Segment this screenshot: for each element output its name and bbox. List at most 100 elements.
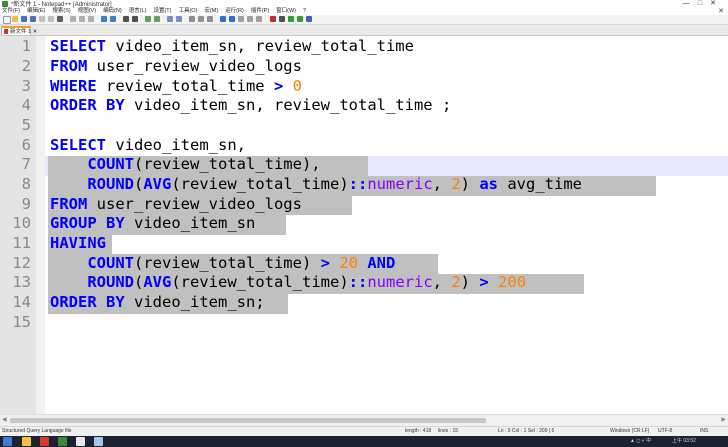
menu-search[interactable]: 搜索(S) [50, 8, 75, 15]
sync-horizontal-icon[interactable] [176, 16, 182, 22]
app-icon[interactable] [94, 437, 103, 446]
save-macro-icon[interactable] [306, 16, 312, 22]
scrollbar-thumb[interactable] [10, 418, 486, 423]
maximize-button[interactable]: □ [698, 0, 710, 7]
print-icon[interactable] [57, 16, 63, 22]
fold-margin[interactable] [36, 36, 45, 414]
tray-icons[interactable]: ▲ ◻ ◐ 中 [630, 436, 651, 447]
folder-as-workspace-icon[interactable] [247, 16, 253, 22]
line-number: 7 [21, 155, 31, 173]
function-list-icon[interactable] [238, 16, 244, 22]
unsaved-file-icon [4, 29, 8, 34]
menu-window[interactable]: 窗口(W) [274, 8, 301, 15]
copy-icon[interactable] [79, 16, 85, 22]
code-line: ROUND(AVG(review_total_time)::numeric, 2… [87, 175, 583, 193]
menu-macro[interactable]: 宏(M) [202, 8, 223, 15]
status-language: Structured Query Language file [2, 428, 72, 434]
sync-vertical-icon[interactable] [167, 16, 173, 22]
line-number: 5 [21, 116, 31, 134]
close-document-icon[interactable]: ✕ [718, 7, 724, 15]
menu-encoding[interactable]: 编码(N) [101, 8, 127, 15]
app-icon[interactable] [40, 437, 49, 446]
menu-bar: 文件(F) 编辑(E) 搜索(S) 视图(V) 编码(N) 语言(L) 设置(T… [0, 8, 728, 15]
run-macro-multiple-icon[interactable] [297, 16, 303, 22]
line-number: 3 [21, 77, 31, 95]
paste-icon[interactable] [88, 16, 94, 22]
line-number: 12 [12, 254, 31, 272]
show-all-chars-icon[interactable] [198, 16, 204, 22]
close-all-icon[interactable] [48, 16, 54, 22]
code-line: FROM user_review_video_logs [50, 57, 302, 75]
status-encoding[interactable]: UTF-8 [658, 427, 672, 436]
code-line: COUNT(review_total_time) > 20 AND [87, 254, 396, 272]
record-macro-icon[interactable] [270, 16, 276, 22]
line-number: 4 [21, 96, 31, 114]
code-line: ROUND(AVG(review_total_time)::numeric, 2… [87, 273, 527, 291]
play-macro-icon[interactable] [288, 16, 294, 22]
code-line: FROM user_review_video_logs [50, 195, 302, 213]
replace-icon[interactable] [132, 16, 138, 22]
taskbar-clock[interactable]: 上午 03:52 [672, 436, 696, 447]
browser-icon[interactable] [76, 437, 85, 446]
toolbar [0, 15, 728, 25]
menu-tools[interactable]: 工具(O) [176, 8, 202, 15]
status-bar: Structured Query Language file length : … [0, 426, 728, 436]
line-number: 11 [12, 234, 31, 252]
menu-view[interactable]: 视图(V) [76, 8, 101, 15]
file-explorer-icon[interactable] [22, 437, 31, 446]
code-line: ORDER BY video_item_sn, review_total_tim… [50, 96, 452, 114]
code-line: COUNT(review_total_time), [87, 155, 321, 173]
code-line: WHERE review_total_time > 0 [50, 77, 303, 95]
status-eol[interactable]: Windows (CR LF) [610, 427, 649, 436]
menu-settings[interactable]: 设置(T) [151, 8, 176, 15]
window-title: *新文件 1 - Notepad++ [Administrator] [11, 2, 112, 8]
new-file-icon[interactable] [3, 16, 11, 24]
tab-bar: 新文件 1 ✕ [0, 25, 728, 36]
minimize-button[interactable]: — [683, 0, 698, 7]
menu-edit[interactable]: 编辑(E) [25, 8, 50, 15]
indent-guide-icon[interactable] [207, 16, 213, 22]
save-icon[interactable] [21, 16, 27, 22]
close-button[interactable]: ✕ [710, 0, 724, 7]
stop-macro-icon[interactable] [279, 16, 285, 22]
menu-file[interactable]: 文件(F) [0, 8, 25, 15]
menu-plugins[interactable]: 插件(P) [249, 8, 274, 15]
scroll-right-icon[interactable]: ▶ [721, 416, 726, 423]
open-file-icon[interactable] [12, 16, 18, 22]
save-all-icon[interactable] [30, 16, 36, 22]
redo-icon[interactable] [110, 16, 116, 22]
menu-run[interactable]: 运行(R) [223, 8, 249, 15]
scroll-left-icon[interactable]: ◀ [2, 416, 7, 423]
doc-map-icon[interactable] [229, 16, 235, 22]
line-number: 14 [12, 293, 31, 311]
status-position: Ln : 9 Col : 1 Sel : 209 | 5 [498, 428, 555, 434]
horizontal-scrollbar[interactable]: ◀ ▶ [0, 414, 728, 426]
menu-language[interactable]: 语言(L) [127, 8, 152, 15]
menu-help[interactable]: ? [301, 8, 311, 15]
tab-new-file-1[interactable]: 新文件 1 ✕ [1, 26, 37, 35]
zoom-out-icon[interactable] [154, 16, 160, 22]
monitoring-icon[interactable] [256, 16, 262, 22]
line-number: 13 [12, 273, 31, 291]
code-editor[interactable]: 1 2 3 4 5 6 7 8 9 10 11 12 13 14 15 SELE… [0, 36, 728, 414]
line-number: 2 [21, 57, 31, 75]
zoom-in-icon[interactable] [145, 16, 151, 22]
line-number: 1 [21, 37, 31, 55]
line-number: 8 [21, 175, 31, 193]
line-number: 15 [12, 313, 31, 331]
language-icon[interactable] [220, 16, 226, 22]
find-icon[interactable] [123, 16, 129, 22]
undo-icon[interactable] [101, 16, 107, 22]
line-number: 6 [21, 136, 31, 154]
line-number: 9 [21, 195, 31, 213]
window-controls[interactable]: —□✕ [683, 0, 724, 7]
code-line: HAVING [50, 234, 106, 252]
code-line: SELECT video_item_sn, [50, 136, 246, 154]
close-file-icon[interactable] [39, 16, 45, 22]
notepad-plus-plus-taskbar-icon[interactable] [58, 437, 67, 446]
start-icon[interactable] [3, 437, 12, 446]
cut-icon[interactable] [70, 16, 76, 22]
word-wrap-icon[interactable] [189, 16, 195, 22]
status-length: length : 418 [405, 428, 432, 434]
line-number: 10 [12, 214, 31, 232]
